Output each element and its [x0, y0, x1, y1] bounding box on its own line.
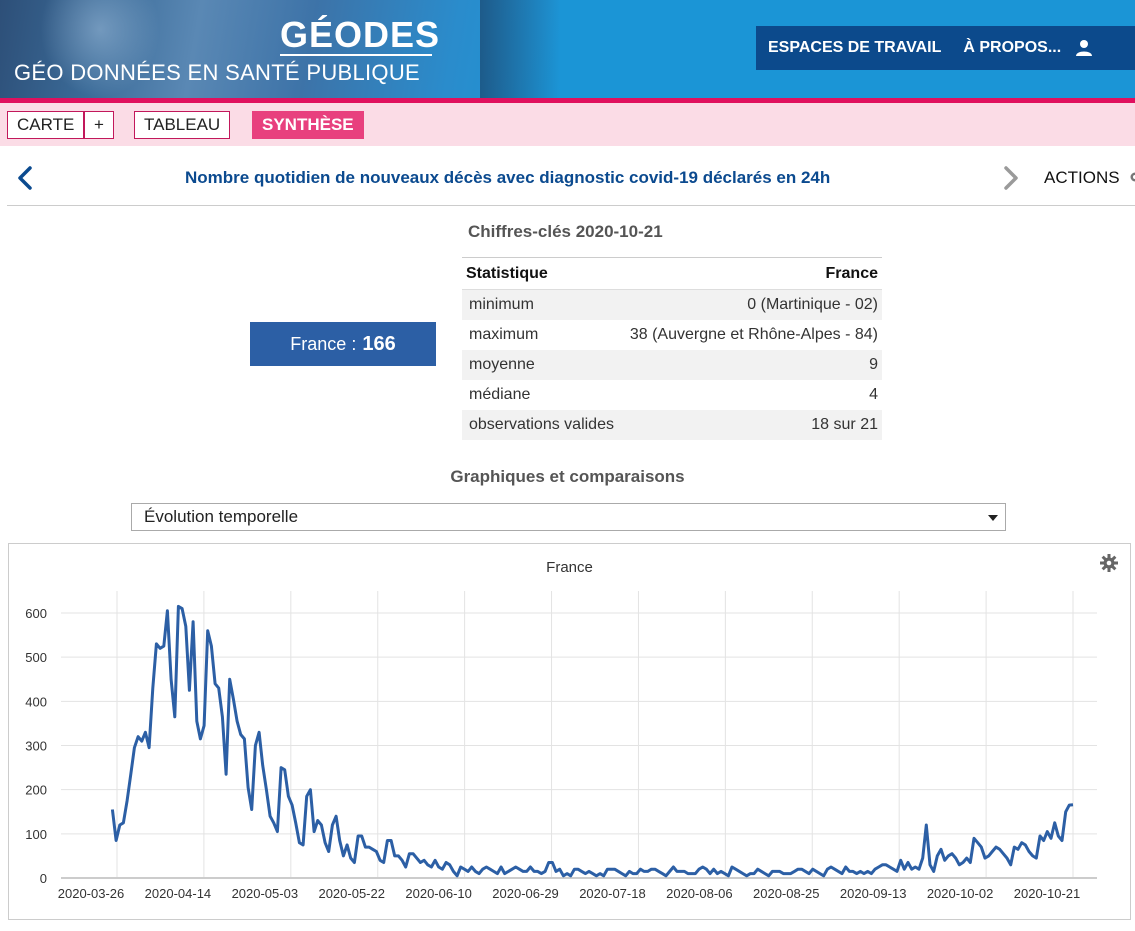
x-tick-label: 2020-08-06: [666, 886, 733, 901]
tab-carte[interactable]: CARTE: [7, 111, 85, 139]
x-tick-label: 2020-10-02: [927, 886, 994, 901]
y-tick-label: 500: [25, 650, 47, 665]
column-header-france: France: [619, 257, 882, 290]
table-row: moyenne 9: [462, 349, 882, 380]
chart-panel: France 2020-03-26 2020-04-14 2020-05-03 2020…: [8, 543, 1131, 920]
actions-label: ACTIONS: [1044, 168, 1120, 187]
chevron-left-icon[interactable]: [15, 164, 35, 192]
y-tick-label: 400: [25, 694, 47, 709]
gear-icon: [1130, 172, 1135, 182]
x-tick-label: 2020-05-03: [232, 886, 299, 901]
y-tick-label: 600: [25, 606, 47, 621]
x-tick-label: 2020-10-21: [1014, 886, 1081, 901]
logo-title[interactable]: GÉODES: [280, 14, 439, 56]
chevron-right-icon[interactable]: [1001, 164, 1021, 192]
france-value-badge: France : 166: [250, 322, 436, 366]
x-tick-label: 2020-03-26: [58, 886, 125, 901]
line-chart: France 2020-03-26 2020-04-14 2020-05-03 2020…: [25, 559, 1097, 901]
user-icon[interactable]: [1075, 39, 1093, 57]
x-tick-label: 2020-09-13: [840, 886, 907, 901]
y-tick-label: 100: [25, 827, 47, 842]
charts-section-title: Graphiques et comparaisons: [450, 467, 685, 486]
nav-espaces-de-travail[interactable]: ESPACES DE TRAVAIL: [768, 39, 941, 57]
y-tick-label: 300: [25, 739, 47, 754]
tab-synthese[interactable]: SYNTHÈSE: [252, 111, 364, 139]
y-tick-label: 0: [40, 871, 47, 886]
view-tabs: CARTE + TABLEAU SYNTHÈSE: [0, 103, 1135, 146]
y-tick-label: 200: [25, 783, 47, 798]
france-label: France :: [290, 333, 357, 354]
chart-type-selected: Évolution temporelle: [144, 507, 299, 526]
stat-value: 4: [869, 385, 878, 403]
table-row: observations valides 18 sur 21: [462, 409, 882, 440]
stat-label: observations valides: [462, 409, 620, 440]
stat-label: médiane: [469, 385, 531, 403]
app-header: GÉODES GÉO DONNÉES EN SANTÉ PUBLIQUE ESP…: [0, 0, 1135, 98]
table-header-row: Statistique France: [462, 257, 882, 290]
key-figures-table: Statistique France minimum 0 (Martinique…: [462, 257, 882, 440]
indicator-title: Nombre quotidien de nouveaux décès avec …: [185, 168, 831, 187]
chart-title: France: [546, 559, 593, 576]
stat-label: moyenne: [462, 349, 620, 380]
tab-carte-add-button[interactable]: +: [84, 111, 114, 139]
chart-type-select[interactable]: Évolution temporelle: [131, 503, 1006, 531]
table-row: minimum 0 (Martinique - 02): [462, 289, 882, 320]
stat-value: 0 (Martinique - 02): [619, 289, 882, 320]
gear-icon[interactable]: [1099, 553, 1119, 573]
x-tick-label: 2020-04-14: [145, 886, 212, 901]
x-tick-label: 2020-06-10: [405, 886, 472, 901]
x-tick-label: 2020-06-29: [492, 886, 559, 901]
stat-label: maximum: [469, 325, 539, 343]
series-line-france: [110, 604, 1074, 878]
top-nav: ESPACES DE TRAVAIL À PROPOS...: [756, 26, 1135, 70]
table-row: maximum 38 (Auvergne et Rhône-Alpes - 84…: [462, 320, 882, 350]
table-row: médiane 4: [462, 380, 882, 410]
x-tick-label: 2020-07-18: [579, 886, 646, 901]
indicator-title-bar: Nombre quotidien de nouveaux décès avec …: [7, 150, 1135, 206]
x-tick-label: 2020-08-25: [753, 886, 820, 901]
column-header-statistique: Statistique: [462, 257, 620, 290]
x-tick-label: 2020-05-22: [318, 886, 385, 901]
stat-value: 38 (Auvergne et Rhône-Alpes - 84): [629, 325, 878, 343]
stat-label: minimum: [462, 289, 620, 320]
tab-tableau[interactable]: TABLEAU: [134, 111, 231, 139]
logo-subtitle: GÉO DONNÉES EN SANTÉ PUBLIQUE: [14, 60, 421, 85]
france-value: 166: [362, 332, 396, 355]
nav-a-propos[interactable]: À PROPOS...: [963, 39, 1061, 57]
key-figures-title: Chiffres-clés 2020-10-21: [468, 222, 663, 241]
stat-value: 18 sur 21: [619, 409, 882, 440]
stat-value: 9: [619, 349, 882, 380]
actions-menu[interactable]: ACTIONS: [1044, 168, 1135, 188]
logo-underline: [280, 54, 432, 56]
caret-down-icon: [988, 515, 998, 521]
